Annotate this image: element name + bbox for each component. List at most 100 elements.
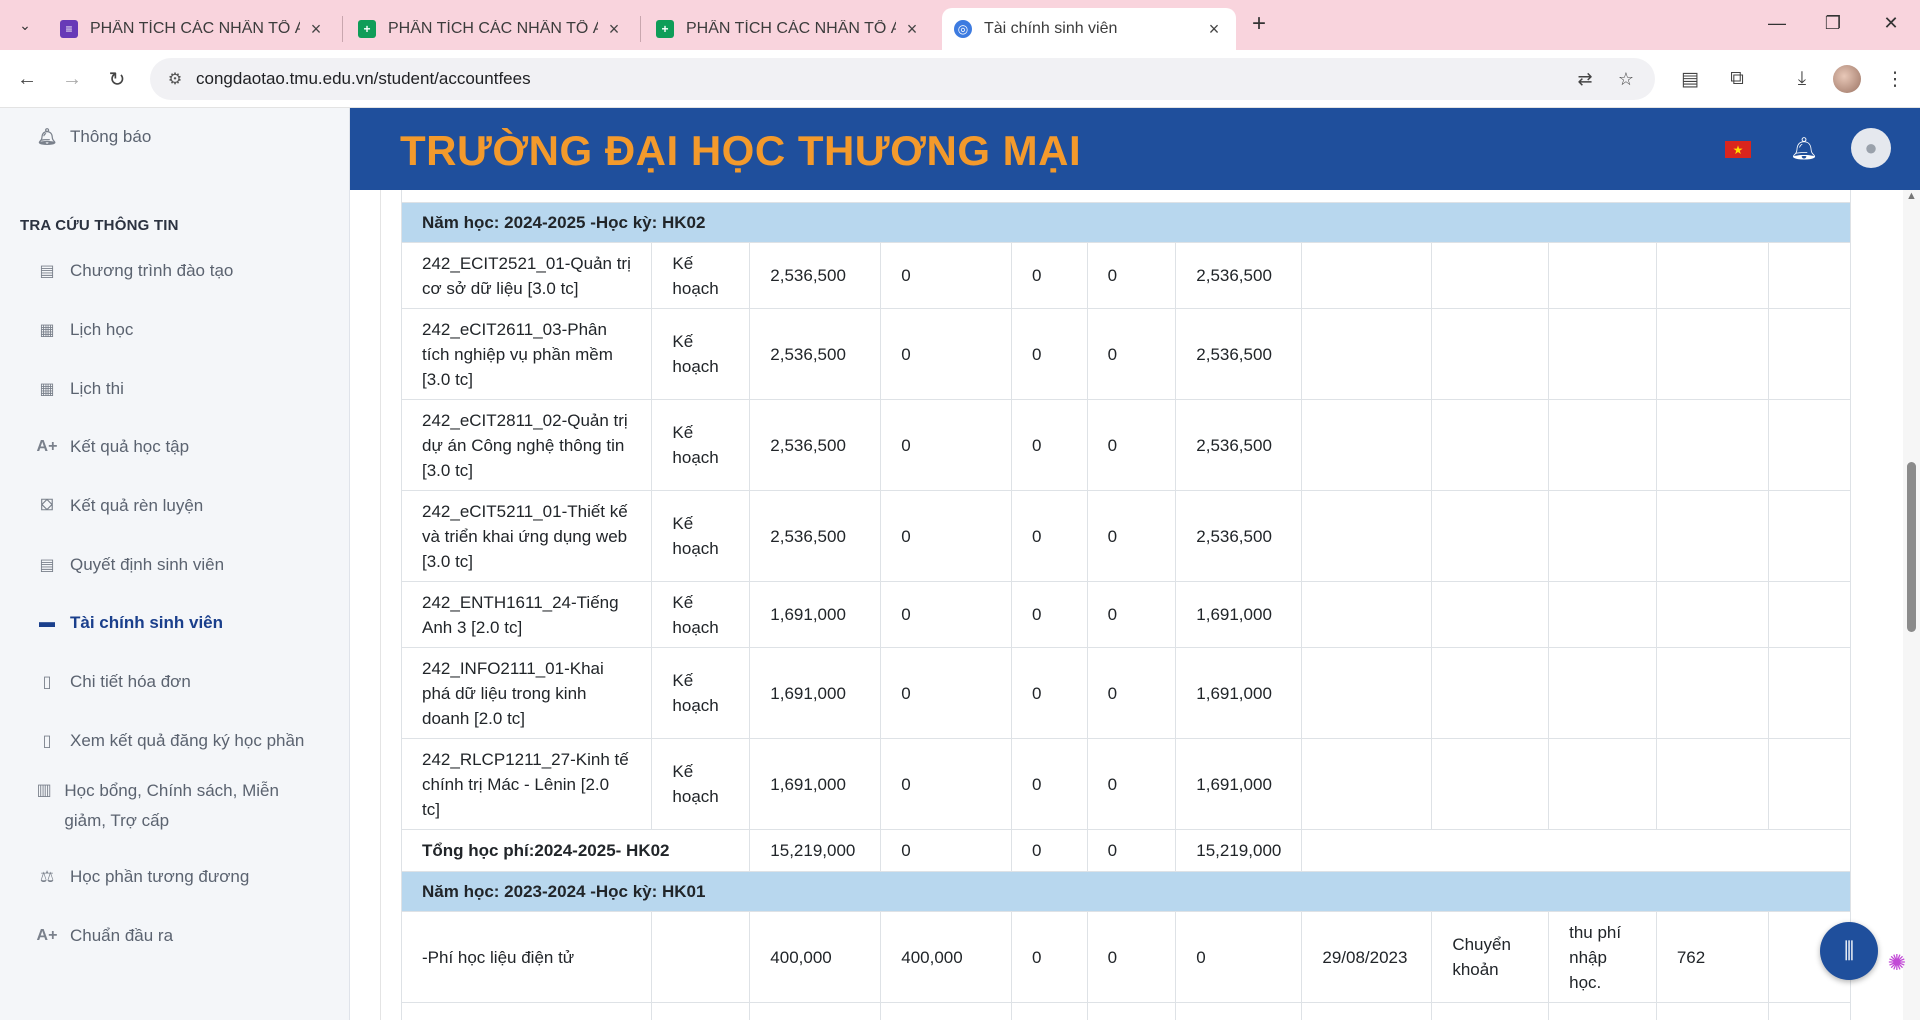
document-icon: ▯ xyxy=(42,674,52,691)
vietnam-flag-icon[interactable]: ★ xyxy=(1725,141,1751,158)
amount-cell: 0 xyxy=(1010,308,1088,400)
table-row xyxy=(401,190,1851,203)
download-icon[interactable]: ⤓ xyxy=(1787,64,1817,94)
reload-icon[interactable]: ↻ xyxy=(102,64,132,94)
due-cell: 2,536,500 xyxy=(1175,399,1303,491)
browser-tab-2[interactable]: + PHÂN TÍCH CÁC NHÂN TỐ ẢNH × xyxy=(346,8,636,50)
sidebar-item-student-finance[interactable]: ▬ Tài chính sinh viên xyxy=(36,612,223,634)
sidebar-item-label: Quyết định sinh viên xyxy=(70,555,225,574)
tab-title: Tài chính sinh viên xyxy=(984,20,1118,37)
close-window-icon[interactable]: ✕ xyxy=(1876,8,1906,38)
tab-search-chevron-icon[interactable]: ⌄ xyxy=(10,11,40,39)
close-tab-icon[interactable]: × xyxy=(902,19,922,40)
amount-cell: 0 xyxy=(880,308,1012,400)
fee-cell: 2,536,500 xyxy=(749,242,882,309)
minimize-icon[interactable]: — xyxy=(1762,8,1792,38)
course-name: 242_eCIT2811_02-Quản trị dự án Công nghệ… xyxy=(400,399,653,491)
card-icon: ▬ xyxy=(39,614,55,631)
semester-header-row: Năm học: 2024-2025 -Học kỳ: HK02 xyxy=(401,202,1851,243)
amount-cell: 0 xyxy=(880,399,1012,491)
vertical-scrollbar[interactable]: ▲ xyxy=(1903,190,1920,1020)
restore-icon[interactable]: ❐ xyxy=(1818,8,1848,38)
amount-cell: 0 xyxy=(880,647,1012,739)
status-cell: Kế hoạch xyxy=(651,490,751,582)
new-tab-icon[interactable]: + xyxy=(1245,10,1273,38)
browser-tab-strip: ⌄ ≡ PHÂN TÍCH CÁC NHÂN TỐ ẢNH × + PHÂN T… xyxy=(0,0,1920,50)
amount-cell: 0 xyxy=(1086,647,1177,739)
user-avatar[interactable]: ● xyxy=(1851,128,1891,168)
amount-cell: 0 xyxy=(880,738,1012,830)
sidebar-item-learning-outcomes[interactable]: A+ Chuẩn đầu ra xyxy=(36,925,173,947)
document-icon: ▯ xyxy=(42,733,52,750)
amount-cell: 0 xyxy=(1086,308,1177,400)
sidebar-item-label: Kết quả học tập xyxy=(70,437,190,456)
sidebar-item-label: Lịch thi xyxy=(70,379,124,398)
scrollbar-thumb[interactable] xyxy=(1907,462,1916,632)
amount-cell: 0 xyxy=(1010,911,1088,1003)
extensions-icon[interactable]: ⧉ xyxy=(1722,64,1752,94)
site-settings-icon[interactable]: ⚙ xyxy=(164,68,186,90)
sidebar-item-student-decisions[interactable]: ▤ Quyết định sinh viên xyxy=(36,554,224,576)
table-row: 242_eCIT2811_02-Quản trị dự án Công nghệ… xyxy=(400,399,1851,491)
semester-title: Năm học: 2024-2025 -Học kỳ: HK02 xyxy=(401,202,1851,243)
bookmark-star-icon[interactable]: ☆ xyxy=(1614,67,1638,91)
course-name: 242_ENTH1611_24-Tiếng Anh 3 [2.0 tc] xyxy=(400,581,653,648)
profile-avatar[interactable] xyxy=(1833,65,1861,93)
sidebar-item-exam-schedule[interactable]: ▦ Lịch thi xyxy=(36,378,124,400)
sidebar-item-label: Chuẩn đầu ra xyxy=(70,926,174,945)
total-fee: 15,219,000 xyxy=(749,829,882,872)
total-label: Tổng học phí:2024-2025- HK02 xyxy=(400,829,751,872)
sidebar-item-equivalent-courses[interactable]: ⚖ Học phần tương đương xyxy=(36,866,249,888)
fees-table: Năm học: 2024-2025 -Học kỳ: HK02 242_ECI… xyxy=(400,190,1851,1020)
amount-cell: 0 xyxy=(1010,738,1088,830)
table-row: 242_ECIT2521_01-Quản trị cơ sở dữ liệu [… xyxy=(400,242,1851,309)
browser-tab-3[interactable]: + PHÂN TÍCH CÁC NHÂN TỐ ẢNH × xyxy=(644,8,934,50)
sidebar-item-label: Học bổng, Chính sách, Miễn giảm, Trợ cấp xyxy=(64,781,279,830)
sidebar-item-notifications[interactable]: 🔔︎ Thông báo xyxy=(36,126,151,148)
sidebar-item-curriculum[interactable]: ▤ Chương trình đào tạo xyxy=(36,260,233,282)
status-cell: Kế hoạch xyxy=(651,308,751,400)
settings-sliders-button[interactable]: ⫼ xyxy=(1820,922,1878,980)
sheets-favicon-icon: + xyxy=(656,20,674,38)
back-icon[interactable]: ← xyxy=(12,64,42,94)
sidebar-item-label: Chương trình đào tạo xyxy=(70,261,234,280)
forward-icon[interactable]: → xyxy=(57,64,87,94)
browser-tab-1[interactable]: ≡ PHÂN TÍCH CÁC NHÂN TỐ ẢNH × xyxy=(48,8,338,50)
status-cell: Kế hoạch xyxy=(651,399,751,491)
forms-favicon-icon: ≡ xyxy=(60,20,78,38)
scale-icon: ⚖ xyxy=(39,869,55,886)
sidebar-item-training-results[interactable]: ⛋ Kết quả rèn luyện xyxy=(36,495,203,517)
ai-assistant-brain-icon[interactable]: ✺ xyxy=(1882,948,1912,978)
scroll-up-arrow-icon[interactable]: ▲ xyxy=(1906,190,1917,202)
sidebar-item-invoice-details[interactable]: ▯ Chi tiết hóa đơn xyxy=(36,671,191,693)
reading-mode-icon[interactable]: ▤ xyxy=(1675,64,1705,94)
url-text[interactable]: congdaotao.tmu.edu.vn/student/accountfee… xyxy=(196,69,531,89)
table-row: 242_eCIT5211_01-Thiết kế và triển khai ứ… xyxy=(400,490,1851,582)
translate-icon[interactable]: ⇄ xyxy=(1573,67,1597,91)
address-bar[interactable]: ⚙ congdaotao.tmu.edu.vn/student/accountf… xyxy=(150,58,1655,100)
sidebar-item-label: Tài chính sinh viên xyxy=(70,613,224,632)
close-tab-icon[interactable]: × xyxy=(306,19,326,40)
due-cell: 1,691,000 xyxy=(1175,738,1303,830)
notification-bell-icon[interactable]: 🔔︎ xyxy=(1790,136,1818,162)
browser-tab-active[interactable]: ◎ Tài chính sinh viên × xyxy=(942,8,1236,50)
sidebar-item-scholarships[interactable]: ▥ Học bổng, Chính sách, Miễn giảm, Trợ c… xyxy=(36,776,306,836)
bell-icon: 🔔︎ xyxy=(36,129,58,146)
sidebar-item-label: Xem kết quả đăng ký học phần xyxy=(70,731,305,750)
close-tab-icon[interactable]: × xyxy=(1204,19,1224,40)
amount-cell: 0 xyxy=(880,490,1012,582)
amount-cell: 0 xyxy=(1086,738,1177,830)
amount-cell: 0 xyxy=(1010,242,1088,309)
sidebar-item-academic-results[interactable]: A+ Kết quả học tập xyxy=(36,436,190,458)
close-tab-icon[interactable]: × xyxy=(604,19,624,40)
tab-divider xyxy=(342,16,343,42)
school-name: TRƯỜNG ĐẠI HỌC THƯƠNG MẠI xyxy=(400,127,1082,174)
more-menu-icon[interactable]: ⋮ xyxy=(1880,64,1910,94)
fees-card: Năm học: 2024-2025 -Học kỳ: HK02 242_ECI… xyxy=(380,190,1903,1020)
payment-date: 29/08/2023 xyxy=(1301,911,1433,1003)
sidebar-item-registration-results[interactable]: ▯ Xem kết quả đăng ký học phần xyxy=(36,730,305,752)
fee-cell: 400,000 xyxy=(749,911,882,1003)
status-cell: Kế hoạch xyxy=(651,242,751,309)
fee-cell: 1,691,000 xyxy=(749,647,882,739)
sidebar-item-class-schedule[interactable]: ▦ Lịch học xyxy=(36,319,133,341)
